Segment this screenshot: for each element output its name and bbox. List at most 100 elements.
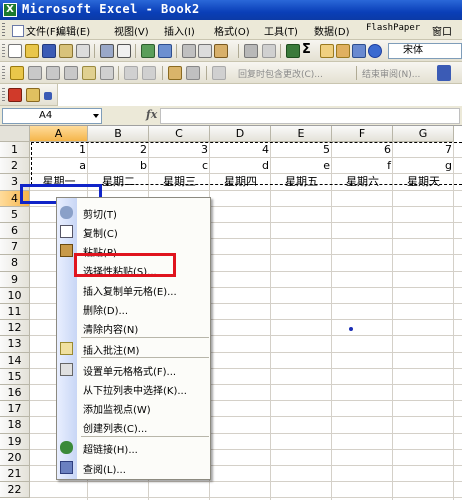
- drawing-icon[interactable]: [352, 44, 366, 58]
- row-header-5[interactable]: 5: [0, 206, 30, 223]
- print-icon[interactable]: [100, 44, 114, 58]
- menu-cut[interactable]: 剪切(T): [57, 203, 210, 222]
- autosum-icon[interactable]: Σ: [302, 42, 316, 57]
- show-comment-icon[interactable]: [82, 66, 96, 80]
- menu-bar: 文件(F) 编辑(E) 视图(V) 插入(I) 格式(O) 工具(T) 数据(D) Flash…: [0, 20, 462, 40]
- research-icon[interactable]: [158, 44, 172, 58]
- row-gridline: [30, 481, 462, 483]
- cut-toolbar-icon[interactable]: [182, 44, 196, 58]
- menu-file[interactable]: 文件(F): [12, 23, 60, 38]
- menu-add-watch[interactable]: 添加监视点(W): [57, 398, 210, 417]
- menu-tools[interactable]: 工具(T): [264, 23, 298, 38]
- comment-toolbar-icon[interactable]: [10, 66, 24, 80]
- menu-create-list[interactable]: 创建列表(C)...: [57, 417, 210, 436]
- undo-icon[interactable]: [244, 44, 258, 58]
- menu-format-cells[interactable]: 设置单元格格式(F)...: [57, 360, 210, 379]
- menu-flashpaper[interactable]: FlashPaper: [366, 23, 420, 33]
- mail-recipient-icon[interactable]: [186, 66, 200, 80]
- column-header-d[interactable]: D: [210, 126, 271, 142]
- delete-comment-icon[interactable]: [124, 66, 138, 80]
- row-header-20[interactable]: 20: [0, 449, 30, 466]
- menu-label: FlashPaper: [366, 23, 421, 33]
- column-header-c[interactable]: C: [149, 126, 210, 142]
- redo-icon[interactable]: [262, 44, 276, 58]
- help-icon[interactable]: [368, 44, 382, 58]
- end-review-button[interactable]: 结束审阅(N)...: [362, 67, 420, 80]
- menu-item-label: 插入复制单元格(E)...: [83, 287, 177, 298]
- print-preview-icon[interactable]: [117, 44, 131, 58]
- save-icon[interactable]: [42, 44, 56, 58]
- previous-comment-icon[interactable]: [46, 66, 60, 80]
- toolbar-options-icon[interactable]: [44, 92, 52, 100]
- permission-icon[interactable]: [59, 44, 73, 58]
- open-icon[interactable]: [25, 44, 39, 58]
- menu-item-label: 复制(C): [83, 229, 118, 240]
- insert-function-icon[interactable]: fx: [146, 108, 157, 121]
- menu-copy[interactable]: 复制(C): [57, 222, 210, 241]
- row-header-17[interactable]: 17: [0, 401, 30, 418]
- chart-wizard-icon[interactable]: [336, 44, 350, 58]
- column-header-f[interactable]: F: [332, 126, 393, 142]
- next-comment-icon[interactable]: [64, 66, 78, 80]
- menu-window[interactable]: 窗口: [432, 23, 452, 38]
- row-header-9[interactable]: 9: [0, 271, 30, 288]
- toolbar-separator: [135, 44, 136, 58]
- column-header-a[interactable]: A: [30, 126, 88, 142]
- row-header-15[interactable]: 15: [0, 368, 30, 385]
- flashpaper-icon[interactable]: [8, 88, 22, 102]
- select-all-button[interactable]: [0, 126, 30, 142]
- menu-insert-copied-cells[interactable]: 插入复制单元格(E)...: [57, 280, 210, 299]
- row-header-18[interactable]: 18: [0, 417, 30, 434]
- row-header-19[interactable]: 19: [0, 433, 30, 450]
- menu-pick-from-list[interactable]: 从下拉列表中选择(K)...: [57, 379, 210, 398]
- chevron-down-icon[interactable]: [93, 114, 99, 118]
- copy-toolbar-icon[interactable]: [198, 44, 212, 58]
- font-name-select[interactable]: 宋体: [388, 43, 462, 59]
- paste-toolbar-icon[interactable]: [214, 44, 228, 58]
- menu-edit[interactable]: 编辑(E): [56, 23, 90, 38]
- row-header-1[interactable]: 1: [0, 142, 30, 159]
- sort-ascending-icon[interactable]: [320, 44, 334, 58]
- new-icon[interactable]: [8, 44, 22, 58]
- row-header-2[interactable]: 2: [0, 158, 30, 175]
- menu-data[interactable]: 数据(D): [314, 23, 350, 38]
- track-changes-icon[interactable]: [168, 66, 182, 80]
- menu-lookup[interactable]: 查阅(L)...: [57, 458, 210, 477]
- row-header-21[interactable]: 21: [0, 466, 30, 483]
- row-header-13[interactable]: 13: [0, 336, 30, 353]
- menu-insert-comment[interactable]: 插入批注(M): [57, 339, 210, 358]
- menu-hyperlink[interactable]: 超链接(H)...: [57, 438, 210, 457]
- row-header-8[interactable]: 8: [0, 255, 30, 272]
- toolbar-options-icon[interactable]: [437, 65, 451, 81]
- show-all-comments-icon[interactable]: [100, 66, 114, 80]
- menu-label: 文件(F): [26, 27, 60, 38]
- ink-annotation-icon[interactable]: [142, 66, 156, 80]
- formula-input[interactable]: [160, 108, 460, 124]
- reply-with-changes-icon[interactable]: [212, 66, 226, 80]
- row-header-10[interactable]: 10: [0, 287, 30, 304]
- hyperlink-toolbar-icon[interactable]: [286, 44, 300, 58]
- row-header-7[interactable]: 7: [0, 239, 30, 256]
- edit-comment-icon[interactable]: [28, 66, 42, 80]
- column-header-b[interactable]: B: [88, 126, 149, 142]
- row-header-22[interactable]: 22: [0, 482, 30, 499]
- column-header-g[interactable]: G: [393, 126, 454, 142]
- row-header-14[interactable]: 14: [0, 352, 30, 369]
- menu-format[interactable]: 格式(O): [214, 23, 250, 38]
- column-header-e[interactable]: E: [271, 126, 332, 142]
- row-header-12[interactable]: 12: [0, 320, 30, 337]
- column-gridline: [270, 142, 271, 500]
- row-header-11[interactable]: 11: [0, 304, 30, 321]
- menu-delete[interactable]: 删除(D)...: [57, 299, 210, 318]
- pdf-icon[interactable]: [26, 88, 40, 102]
- email-icon[interactable]: [76, 44, 90, 58]
- row-header-6[interactable]: 6: [0, 223, 30, 240]
- menu-clear-contents[interactable]: 清除内容(N): [57, 318, 210, 337]
- menu-insert[interactable]: 插入(I): [164, 23, 195, 38]
- reply-with-changes-button[interactable]: 回复时包含更改(C)...: [238, 67, 323, 80]
- name-box[interactable]: A4: [2, 108, 102, 124]
- menu-view[interactable]: 视图(V): [114, 23, 149, 38]
- formula-bar: A4 fx: [0, 106, 462, 126]
- spelling-icon[interactable]: [141, 44, 155, 58]
- row-header-16[interactable]: 16: [0, 385, 30, 402]
